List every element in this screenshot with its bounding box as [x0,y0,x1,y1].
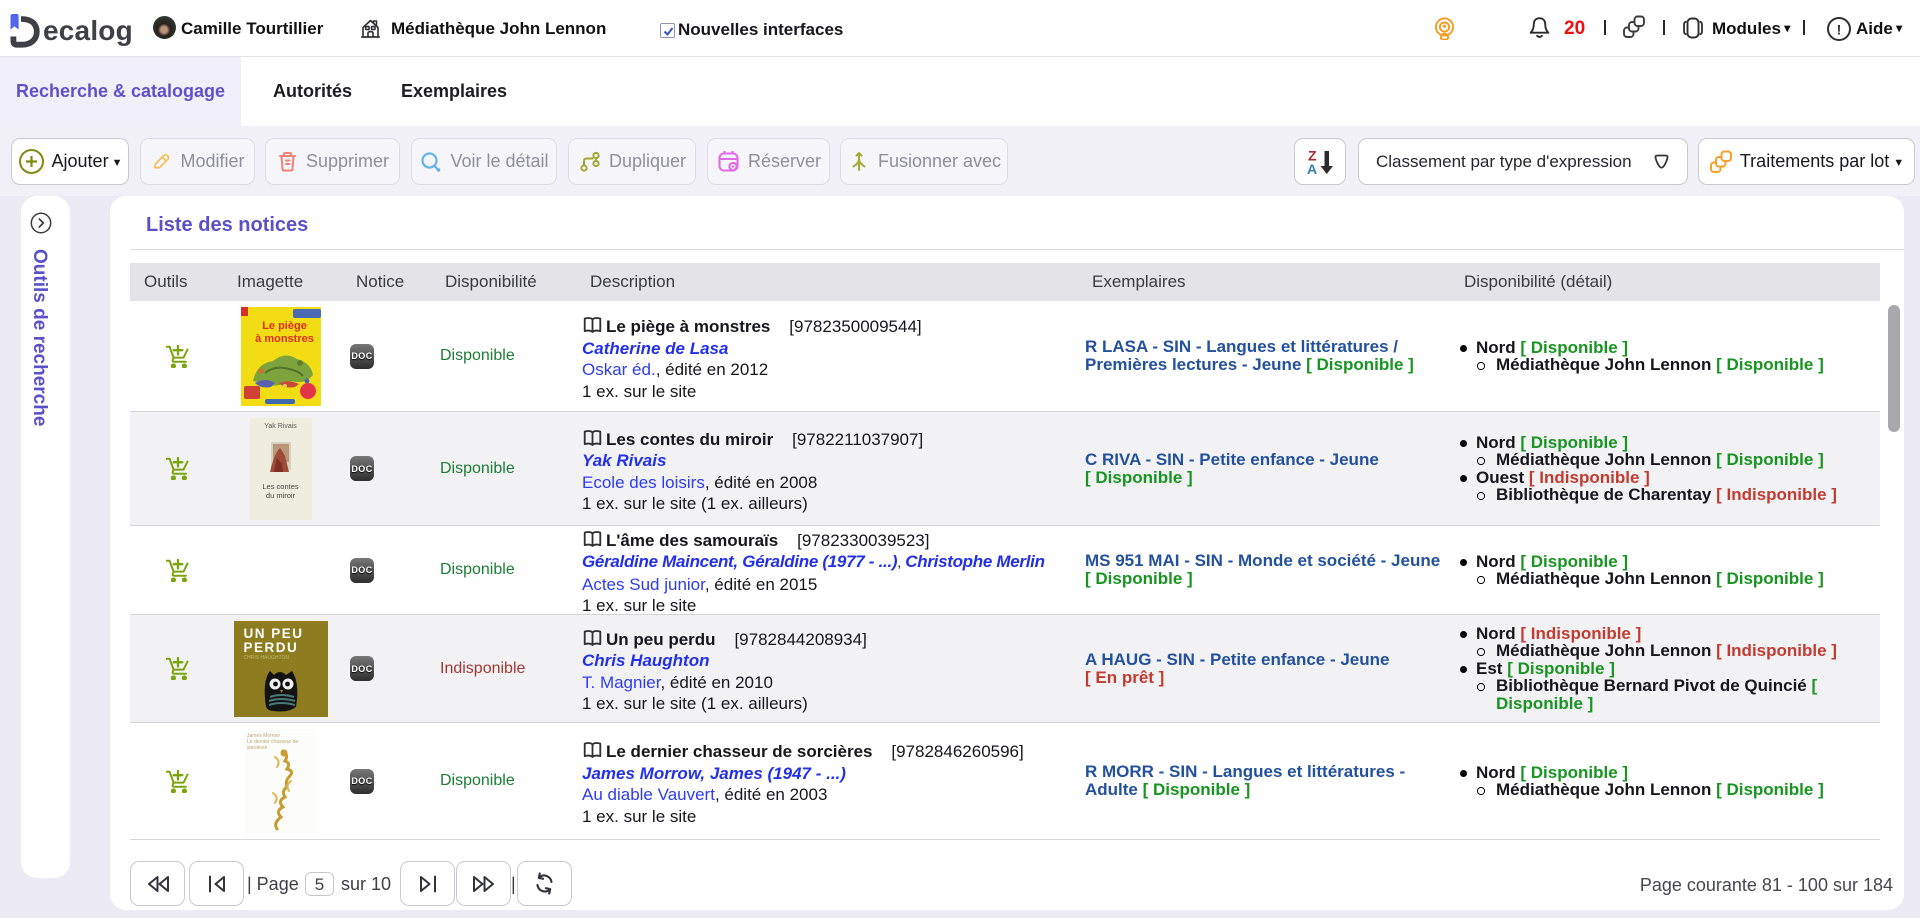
svg-text:A: A [1307,161,1317,177]
svg-text:ecalog: ecalog [43,15,133,46]
svg-text:!: ! [1837,22,1842,38]
